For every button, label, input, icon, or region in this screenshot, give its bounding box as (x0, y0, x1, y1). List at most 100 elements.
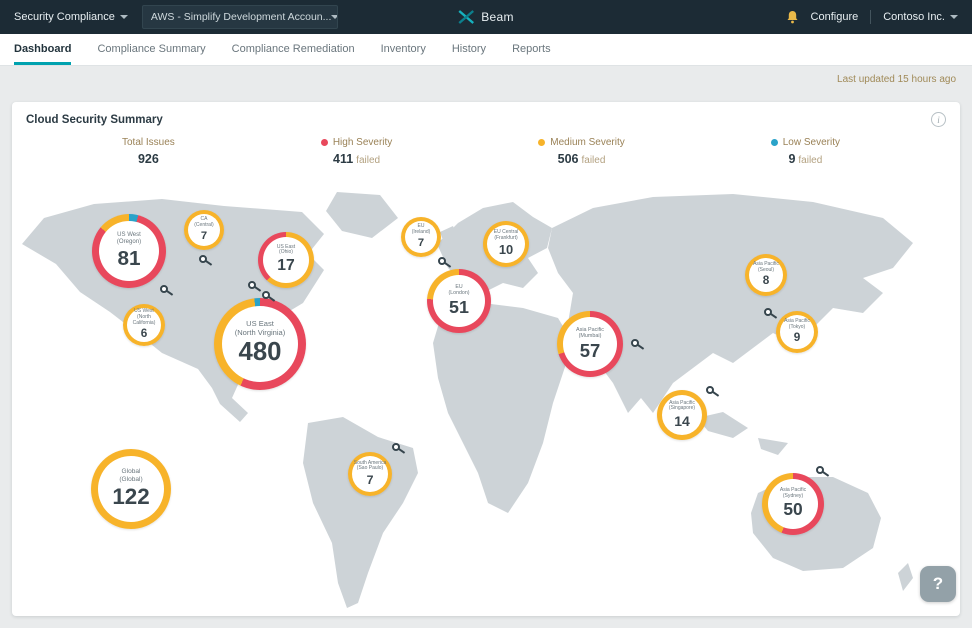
stat-total: Total Issues 926 (122, 137, 175, 166)
region-name: EU(London) (449, 284, 470, 296)
region-badge-ohio[interactable]: US East(Ohio)17 (258, 232, 314, 288)
region-badge-seoul[interactable]: Asia Pacific(Seoul)8 (745, 254, 787, 296)
region-name: Global(Global) (119, 468, 142, 483)
region-badge-sydney[interactable]: Asia Pacific(Sydney)50 (762, 473, 824, 535)
stat-high: High Severity 411failed (321, 137, 392, 166)
region-badge-global[interactable]: Global(Global)122 (91, 449, 171, 529)
region-name: Asia Pacific(Singapore) (669, 401, 695, 413)
region-count: 10 (499, 243, 513, 258)
card-title: Cloud Security Summary (26, 114, 163, 126)
region-count: 7 (201, 230, 207, 243)
help-button[interactable]: ? (920, 566, 956, 602)
high-severity-value: 411 (333, 152, 353, 166)
region-badge-central[interactable]: CA(Central)7 (184, 210, 224, 250)
beam-logo-icon (458, 10, 474, 24)
region-count: 51 (449, 297, 469, 318)
map-pin-icon (631, 339, 639, 347)
map-pin-icon (199, 255, 207, 263)
medium-severity-dot-icon (538, 139, 545, 146)
divider (870, 10, 871, 24)
region-name: EU(Ireland) (412, 224, 431, 236)
map-pin-icon (262, 291, 270, 299)
tab-compliance-summary[interactable]: Compliance Summary (97, 34, 205, 65)
region-badge-sao-paulo[interactable]: South America(Sao Paulo)7 (348, 452, 392, 496)
map-pin-icon (160, 285, 168, 293)
org-menu[interactable]: Contoso Inc. (883, 11, 958, 23)
medium-severity-value: 506 (558, 152, 579, 166)
tab-dashboard[interactable]: Dashboard (14, 34, 71, 65)
map-pin-icon (706, 386, 714, 394)
region-count: 7 (367, 473, 374, 487)
region-name: Asia Pacific(Sydney) (780, 488, 806, 500)
chevron-down-icon (950, 15, 958, 19)
region-badge-singapore[interactable]: Asia Pacific(Singapore)14 (657, 390, 707, 440)
cloud-security-summary-card: Cloud Security Summary i Total Issues 92… (12, 102, 960, 616)
total-issues-label: Total Issues (122, 137, 175, 148)
region-count: 81 (117, 247, 140, 271)
summary-stats: Total Issues 926 High Severity 411failed… (12, 129, 960, 170)
map-pin-icon (392, 443, 400, 451)
region-name: US West(Oregon) (117, 232, 141, 246)
map-pin-icon (438, 257, 446, 265)
tab-history[interactable]: History (452, 34, 486, 65)
low-severity-dot-icon (771, 139, 778, 146)
region-badge-mumbai[interactable]: Asia Pacific(Mumbai)57 (557, 311, 623, 377)
high-severity-suffix: failed (356, 155, 380, 166)
region-badge-north-california[interactable]: US West(North California)6 (123, 304, 165, 346)
brand: Beam (458, 10, 514, 24)
high-severity-label: High Severity (333, 137, 392, 148)
app-menu-label: Security Compliance (14, 11, 115, 23)
low-severity-suffix: failed (798, 155, 822, 166)
region-badge-ireland[interactable]: EU(Ireland)7 (401, 217, 441, 257)
region-count: 17 (277, 257, 294, 275)
region-count: 6 (141, 327, 148, 341)
info-icon[interactable]: i (931, 112, 946, 127)
region-badge-north-virginia[interactable]: US East(North Virginia)480 (214, 298, 306, 390)
org-label: Contoso Inc. (883, 11, 945, 23)
tab-inventory[interactable]: Inventory (381, 34, 426, 65)
region-count: 57 (580, 340, 601, 361)
region-name: US West(North California) (127, 309, 161, 326)
map-overlay: US West(Oregon)81CA(Central)7US East(Ohi… (12, 182, 960, 610)
region-count: 14 (674, 413, 690, 429)
medium-severity-suffix: failed (581, 155, 605, 166)
tab-reports[interactable]: Reports (512, 34, 551, 65)
region-name: Asia Pacific(Tokyo) (784, 319, 810, 331)
tab-compliance-remediation[interactable]: Compliance Remediation (232, 34, 355, 65)
topbar: Security Compliance AWS - Simplify Devel… (0, 0, 972, 34)
region-badge-london[interactable]: EU(London)51 (427, 269, 491, 333)
low-severity-value: 9 (788, 152, 795, 166)
region-count: 7 (418, 237, 424, 250)
region-count: 122 (112, 484, 149, 510)
high-severity-dot-icon (321, 139, 328, 146)
region-badge-oregon[interactable]: US West(Oregon)81 (92, 214, 166, 288)
region-name: US East(North Virginia) (235, 320, 286, 337)
bell-icon[interactable] (786, 10, 799, 24)
chevron-down-icon (331, 15, 337, 19)
region-name: US East(Ohio) (277, 245, 295, 257)
region-name: Asia Pacific(Seoul) (753, 262, 779, 274)
stat-medium: Medium Severity 506failed (538, 137, 624, 166)
region-badge-frankfurt[interactable]: EU Central(Frankfurt)10 (483, 221, 529, 267)
region-name: Asia Pacific(Mumbai) (576, 327, 604, 339)
region-badge-tokyo[interactable]: Asia Pacific(Tokyo)9 (776, 311, 818, 353)
account-selector[interactable]: AWS - Simplify Development Accoun... (142, 5, 338, 29)
region-count: 480 (239, 338, 282, 368)
map-pin-icon (764, 308, 772, 316)
app-menu[interactable]: Security Compliance (14, 11, 128, 23)
map-pin-icon (816, 466, 824, 474)
configure-link[interactable]: Configure (811, 11, 859, 23)
map-pin-icon (248, 281, 256, 289)
brand-label: Beam (481, 10, 514, 24)
medium-severity-label: Medium Severity (550, 137, 624, 148)
world-map: US West(Oregon)81CA(Central)7US East(Ohi… (12, 182, 960, 610)
region-name: South America(Sao Paulo) (354, 461, 387, 473)
region-count: 8 (763, 274, 770, 288)
region-count: 9 (794, 331, 801, 345)
region-name: EU Central(Frankfurt) (494, 230, 518, 242)
region-name: CA(Central) (194, 217, 213, 229)
region-count: 50 (783, 500, 802, 520)
total-issues-value: 926 (122, 152, 175, 166)
low-severity-label: Low Severity (783, 137, 840, 148)
last-updated: Last updated 15 hours ago (0, 66, 972, 91)
